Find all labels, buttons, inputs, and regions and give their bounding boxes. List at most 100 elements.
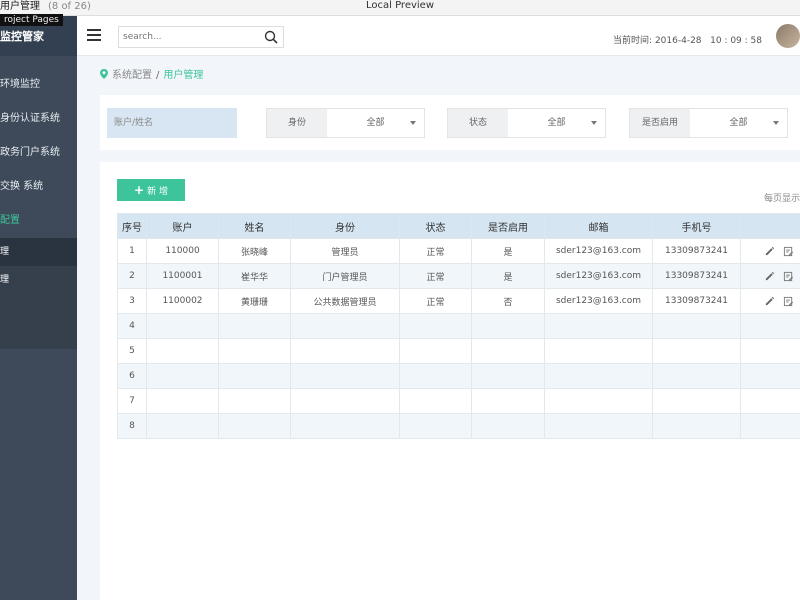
cell-name: 张晓峰: [218, 238, 291, 264]
cell-actions: [740, 388, 800, 414]
chevron-down-icon: [410, 121, 416, 125]
cell-phone: [652, 363, 741, 389]
breadcrumb-current: 用户管理: [163, 70, 204, 81]
filter-role-value: 全部: [366, 118, 385, 128]
cell-index: 5: [117, 338, 147, 364]
cell-enabled: [471, 388, 545, 414]
add-user-button[interactable]: + 新 增: [117, 179, 185, 201]
cell-name: [218, 413, 291, 439]
avatar[interactable]: [776, 24, 800, 48]
cell-status: 正常: [399, 288, 472, 314]
add-user-label: 新 增: [147, 187, 168, 197]
cell-phone: 13309873241: [652, 263, 741, 289]
filter-enabled: 是否启用 全部: [629, 108, 788, 138]
cell-account: 1100001: [146, 263, 219, 289]
filter-bar: 账户/姓名 身份 全部 状态 全部 是否启用 全部: [100, 95, 800, 150]
chevron-down-icon: [591, 121, 597, 125]
cell-email: [544, 363, 653, 389]
cell-phone: [652, 413, 741, 439]
subnav-item-manage[interactable]: 理: [0, 266, 77, 294]
sidebar-item-config[interactable]: 配置: [0, 204, 77, 238]
sidebar: 监控管家 环境监控 身份认证系统 政务门户系统 交换 系统 配置 理 理: [0, 16, 77, 600]
cell-role: [290, 363, 400, 389]
table-header-row: 序号 账户 姓名 身份 状态 是否启用 邮箱 手机号: [117, 213, 800, 239]
doc-edit-icon[interactable]: [783, 271, 794, 282]
header-col-phone: 手机号: [652, 213, 741, 239]
cell-actions: [740, 413, 800, 439]
filter-enabled-value: 全部: [729, 118, 748, 128]
cell-index: 8: [117, 413, 147, 439]
cell-index: 2: [117, 263, 147, 289]
table-row[interactable]: 2 1100001 崔华华 门户管理员 正常是 sder123@163.com 133098…: [117, 263, 800, 289]
per-page-label: 每页显示: [763, 194, 800, 204]
table-row[interactable]: 8: [117, 413, 800, 439]
cell-phone: [652, 388, 741, 414]
table-row[interactable]: 4: [117, 313, 800, 339]
cell-account: [146, 338, 219, 364]
table-row[interactable]: 7: [117, 388, 800, 414]
project-pages-tooltip: roject Pages: [0, 14, 63, 26]
time-date: 2016-4-28: [654, 36, 702, 46]
cell-enabled: [471, 313, 545, 339]
pencil-icon[interactable]: [764, 246, 775, 257]
filter-status-value: 全部: [547, 118, 566, 128]
cell-account: [146, 413, 219, 439]
cell-role: [290, 338, 400, 364]
cell-index: 3: [117, 288, 147, 314]
doc-edit-icon[interactable]: [783, 246, 794, 257]
filter-status-select[interactable]: 全部: [508, 109, 605, 137]
cell-role: 管理员: [290, 238, 400, 264]
cell-status: [399, 413, 472, 439]
pencil-icon[interactable]: [764, 296, 775, 307]
top-header: 当前时间: 2016-4-28 10 : 09 : 58: [77, 16, 800, 56]
breadcrumb-separator: /: [156, 70, 160, 81]
cell-email: [544, 338, 653, 364]
cell-enabled: [471, 413, 545, 439]
pencil-icon[interactable]: [764, 271, 775, 282]
filter-enabled-select[interactable]: 全部: [690, 109, 787, 137]
header-col-name: 姓名: [218, 213, 291, 239]
sidebar-item-exchange-system[interactable]: 交换 系统: [0, 170, 77, 204]
breadcrumb-root[interactable]: 系统配置: [112, 70, 152, 81]
cell-actions: [740, 338, 800, 364]
cell-phone: [652, 338, 741, 364]
cell-email: sder123@163.com: [544, 238, 653, 264]
header-col-role: 身份: [290, 213, 400, 239]
cell-actions: [740, 363, 800, 389]
cell-email: [544, 313, 653, 339]
search-input[interactable]: [119, 27, 254, 47]
cell-email: [544, 388, 653, 414]
sidebar-item-env-monitor[interactable]: 环境监控: [0, 68, 77, 102]
cell-enabled: [471, 338, 545, 364]
doc-edit-icon[interactable]: [783, 296, 794, 307]
header-col-email: 邮箱: [544, 213, 653, 239]
sidebar-item-portal-system[interactable]: 政务门户系统: [0, 136, 77, 170]
map-pin-icon: [100, 69, 108, 79]
cell-email: sder123@163.com: [544, 263, 653, 289]
cell-account: 110000: [146, 238, 219, 264]
chevron-down-icon: [773, 121, 779, 125]
sidebar-item-auth-system[interactable]: 身份认证系统: [0, 102, 77, 136]
table-row[interactable]: 5: [117, 338, 800, 364]
cell-index: 6: [117, 363, 147, 389]
cell-status: [399, 388, 472, 414]
header-col-actions: [740, 213, 800, 239]
cell-name: [218, 388, 291, 414]
cell-role: [290, 388, 400, 414]
subnav-item-user-manage[interactable]: 理: [0, 238, 77, 266]
menu-icon[interactable]: [87, 29, 101, 41]
cell-name: [218, 313, 291, 339]
search-icon[interactable]: [264, 30, 278, 44]
account-name-input[interactable]: 账户/姓名: [107, 108, 237, 138]
sidebar-subnav: 理 理: [0, 238, 77, 349]
filter-enabled-label: 是否启用: [630, 109, 690, 137]
search-box: [118, 26, 284, 48]
time-label: 当前时间:: [613, 36, 653, 46]
table-row[interactable]: 3 1100002 黄珊珊 公共数据管理员 正常否 sder123@163.com 1330…: [117, 288, 800, 314]
filter-role-select[interactable]: 全部: [327, 109, 424, 137]
table-row[interactable]: 1 110000 张晓峰 管理员 正常是 sder123@163.com 133098732…: [117, 238, 800, 264]
cell-actions: [740, 263, 800, 289]
cell-role: 公共数据管理员: [290, 288, 400, 314]
filter-role: 身份 全部: [266, 108, 425, 138]
table-row[interactable]: 6: [117, 363, 800, 389]
